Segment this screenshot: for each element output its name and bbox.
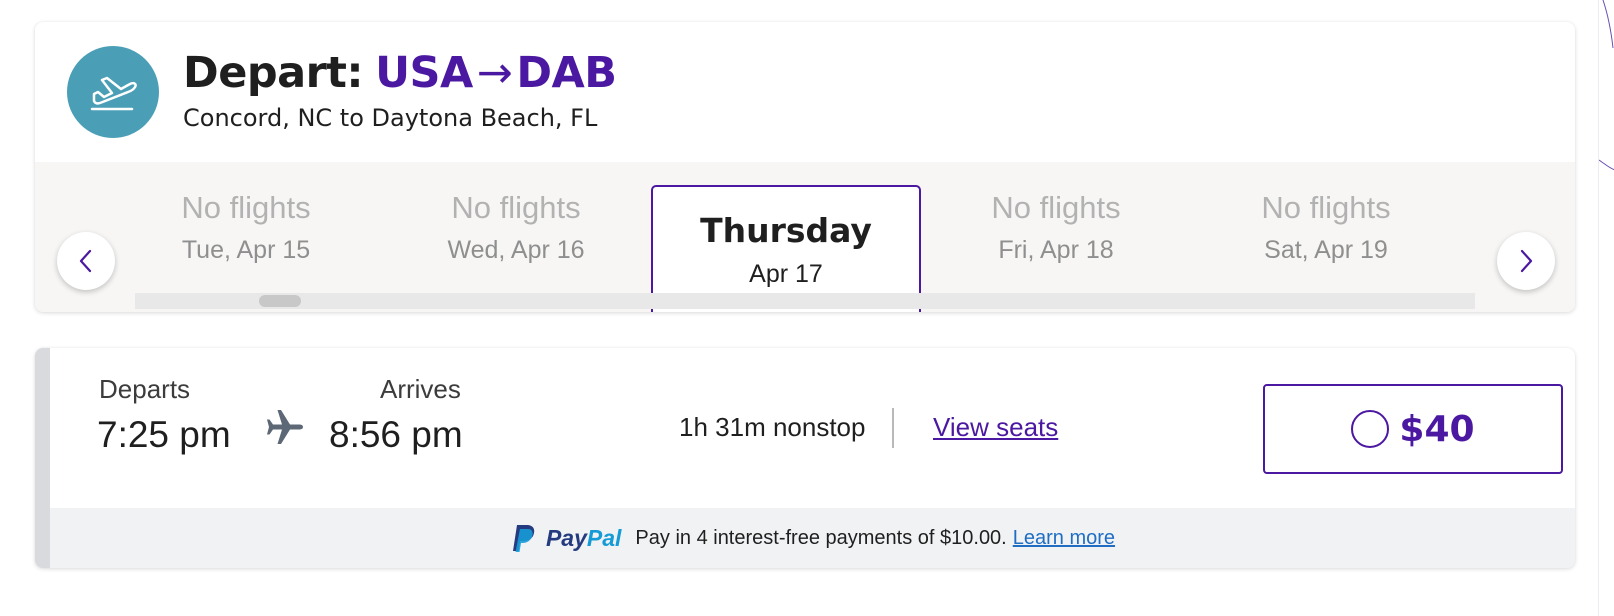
learn-more-link[interactable]: Learn more — [1013, 527, 1115, 550]
paypal-wordmark: PayPal — [546, 525, 621, 552]
page-title: Depart: USA→DAB — [183, 48, 617, 98]
next-dates-button[interactable] — [1497, 232, 1555, 290]
date-status: No flights — [451, 190, 581, 225]
divider — [892, 408, 894, 448]
date-label: Wed, Apr 16 — [447, 236, 585, 264]
fare-radio[interactable] — [1351, 410, 1390, 448]
date-status: No flights — [1261, 190, 1391, 225]
previous-dates-button[interactable] — [57, 232, 115, 290]
departs-time: 7:25 pm — [97, 414, 231, 455]
airplane-icon — [267, 410, 303, 444]
date-carousel: No flights Tue, Apr 15 No flights Wed, A… — [35, 162, 1575, 312]
paypal-banner: PayPal Pay in 4 interest-free payments o… — [50, 508, 1575, 568]
paypal-wordmark-pal: Pal — [586, 524, 622, 551]
view-seats-link[interactable]: View seats — [933, 412, 1058, 443]
paypal-wordmark-pay: Pay — [545, 524, 587, 551]
fare-price: $40 — [1399, 408, 1475, 450]
date-status: No flights — [181, 190, 311, 225]
route-codes: USA→DAB — [375, 48, 617, 98]
date-label: Fri, Apr 18 — [998, 236, 1114, 264]
right-edge-decoration — [1598, 0, 1614, 616]
arrives-time: 8:56 pm — [329, 414, 463, 455]
flight-duration: 1h 31m nonstop — [679, 412, 866, 442]
flight-result-card: Departs 7:25 pm Arrives 8:56 pm 1h 31m n… — [35, 348, 1575, 568]
chevron-right-icon — [1520, 249, 1533, 273]
departs-label: Departs — [99, 374, 191, 404]
origin-code: USA — [375, 48, 473, 98]
depart-label: Depart: — [183, 48, 364, 98]
depart-card: Depart: USA→DAB Concord, NC to Daytona Be… — [35, 22, 1575, 312]
date-status: No flights — [991, 190, 1121, 225]
airplane-takeoff-icon — [67, 46, 159, 138]
date-label: Apr 17 — [749, 260, 823, 288]
carousel-scrollbar-thumb[interactable] — [259, 295, 301, 307]
date-weekday: Thursday — [700, 211, 872, 250]
chevron-left-icon — [79, 249, 92, 273]
fare-select-button[interactable]: $40 — [1263, 384, 1563, 474]
arrives-label: Arrives — [380, 374, 461, 404]
route-subtitle: Concord, NC to Daytona Beach, FL — [183, 104, 598, 132]
card-accent-bar — [35, 348, 50, 568]
arrow-icon: → — [476, 48, 513, 98]
paypal-message: Pay in 4 interest-free payments of $10.0… — [635, 526, 1007, 549]
destination-code: DAB — [516, 48, 617, 98]
date-label: Sat, Apr 19 — [1264, 236, 1388, 264]
carousel-scrollbar[interactable] — [135, 293, 1475, 309]
paypal-logo-icon — [510, 523, 536, 553]
date-label: Tue, Apr 15 — [181, 236, 311, 264]
